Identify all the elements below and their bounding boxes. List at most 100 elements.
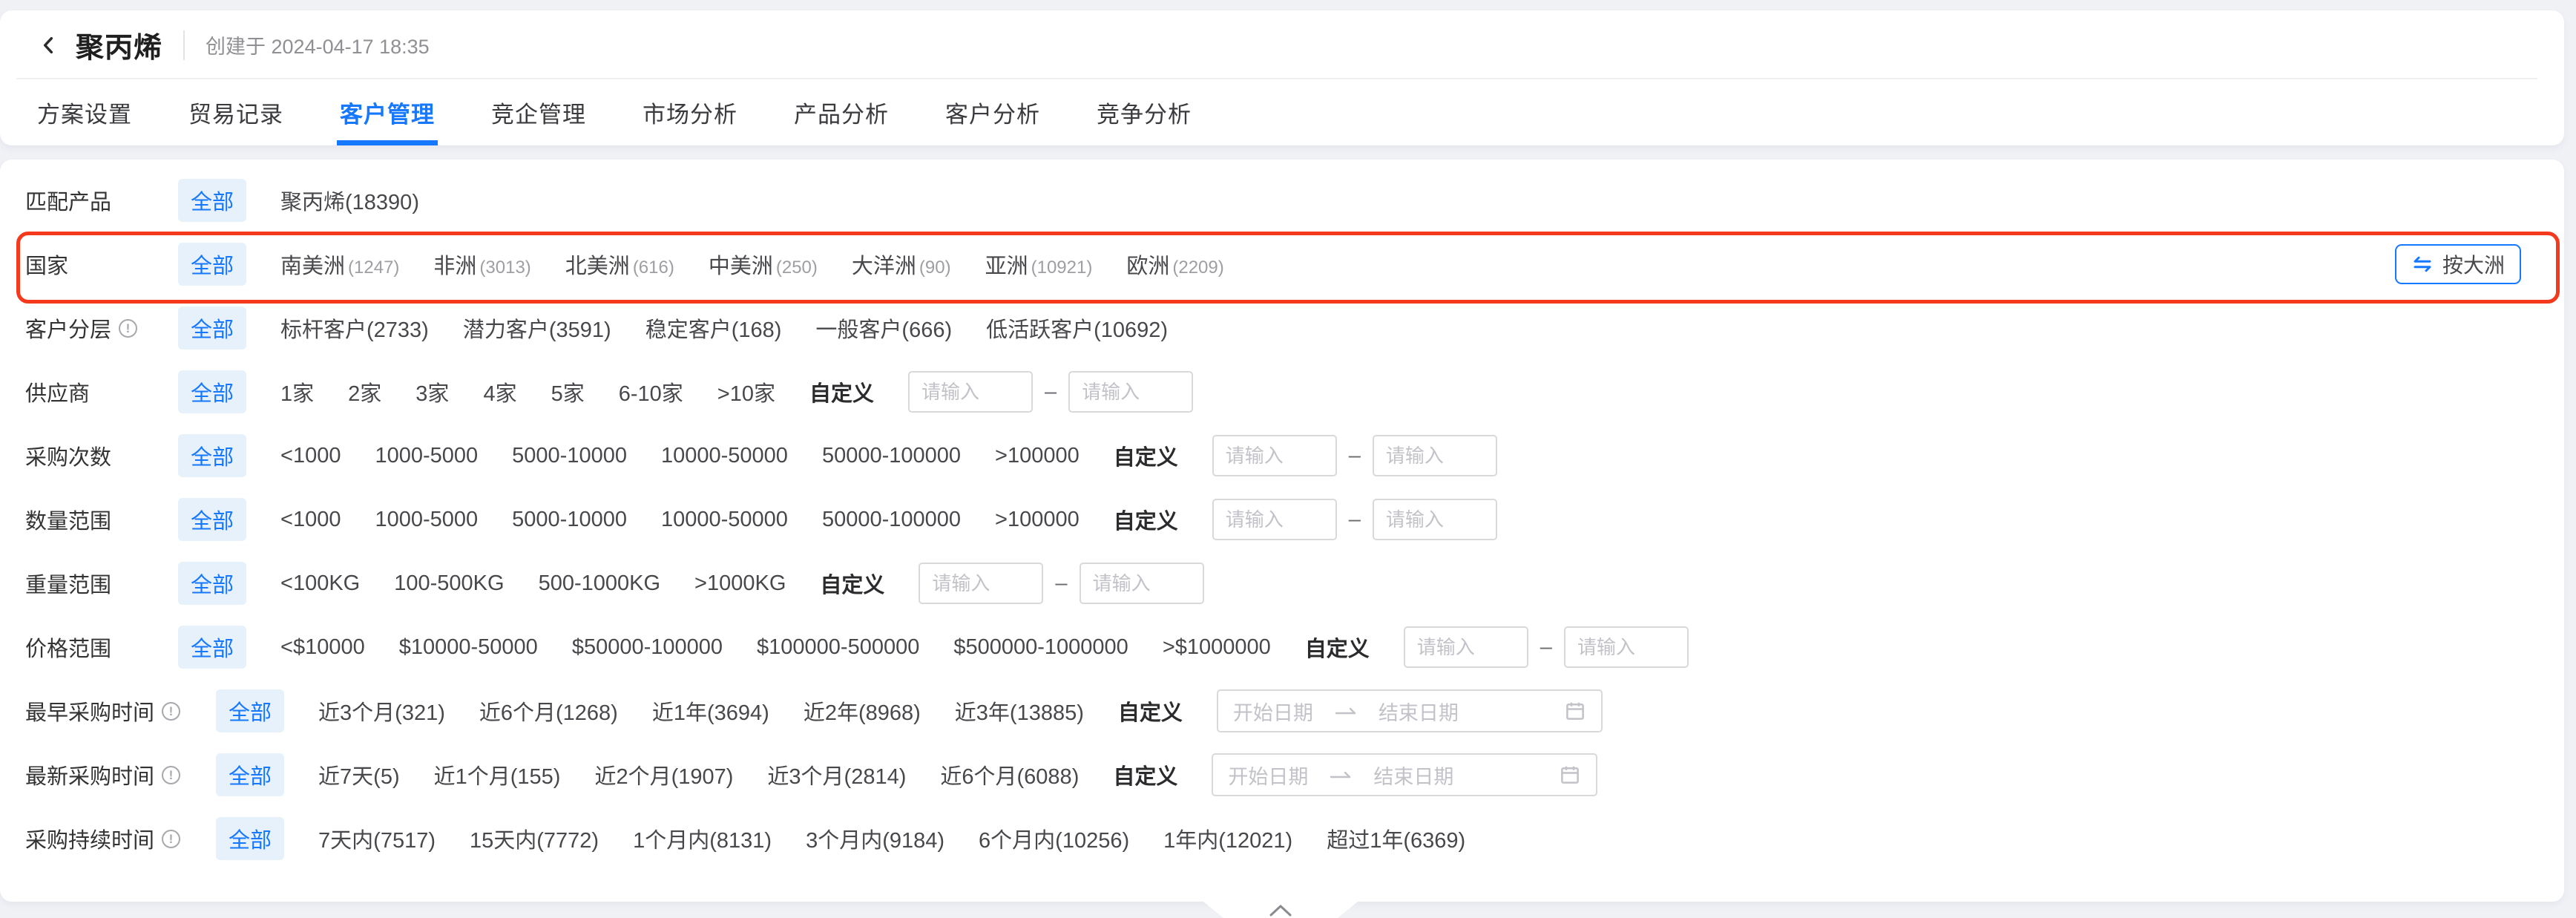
filter-option[interactable]: 近1个月(155) bbox=[434, 759, 561, 790]
date-range-picker[interactable]: 开始日期结束日期 bbox=[1212, 753, 1597, 796]
filter-option[interactable]: 6个月内(10256) bbox=[979, 823, 1129, 854]
tab-竞争分析[interactable]: 竞争分析 bbox=[1097, 79, 1192, 145]
filter-option[interactable]: 近1年(3694) bbox=[652, 695, 769, 727]
option-all-selected[interactable]: 全部 bbox=[178, 179, 246, 222]
info-icon[interactable]: ! bbox=[162, 766, 180, 784]
range-input-min[interactable] bbox=[1212, 499, 1337, 540]
filter-option[interactable]: 15天内(7772) bbox=[470, 823, 599, 854]
group-by-continent-button[interactable]: 按大洲 bbox=[2395, 244, 2521, 284]
filter-option[interactable]: 近6个月(6088) bbox=[940, 759, 1079, 790]
range-input-min[interactable] bbox=[1404, 626, 1528, 668]
filter-option[interactable]: 100-500KG bbox=[394, 571, 504, 596]
filter-option[interactable]: 超过1年(6369) bbox=[1327, 823, 1465, 854]
filter-option[interactable]: >100000 bbox=[995, 444, 1080, 468]
filter-option[interactable]: $50000-100000 bbox=[572, 635, 723, 660]
filter-option[interactable]: 近3个月(2814) bbox=[767, 759, 906, 790]
filter-option[interactable]: 近2个月(1907) bbox=[594, 759, 733, 790]
custom-label[interactable]: 自定义 bbox=[820, 568, 884, 599]
option-all-selected[interactable]: 全部 bbox=[216, 817, 284, 860]
option-all-selected[interactable]: 全部 bbox=[178, 562, 246, 605]
filter-option[interactable]: 4家 bbox=[483, 376, 516, 407]
range-input-min[interactable] bbox=[908, 371, 1033, 413]
tab-产品分析[interactable]: 产品分析 bbox=[794, 79, 889, 145]
filter-option[interactable]: 近2年(8968) bbox=[804, 695, 921, 727]
option-all-selected[interactable]: 全部 bbox=[178, 243, 246, 286]
filter-option[interactable]: <$10000 bbox=[280, 635, 365, 660]
filter-option[interactable]: 500-1000KG bbox=[539, 571, 660, 596]
range-input-max[interactable] bbox=[1373, 435, 1497, 476]
filter-option[interactable]: 1000-5000 bbox=[375, 444, 478, 468]
option-all-selected[interactable]: 全部 bbox=[178, 626, 246, 669]
tab-客户管理[interactable]: 客户管理 bbox=[340, 79, 435, 145]
option-all-selected[interactable]: 全部 bbox=[216, 689, 284, 732]
filter-option[interactable]: 低活跃客户(10692) bbox=[986, 312, 1168, 344]
option-all-selected[interactable]: 全部 bbox=[178, 306, 246, 350]
info-icon[interactable]: ! bbox=[162, 702, 180, 721]
tab-市场分析[interactable]: 市场分析 bbox=[643, 79, 737, 145]
filter-option[interactable]: 潜力客户(3591) bbox=[463, 312, 611, 344]
filter-option[interactable]: 近7天(5) bbox=[318, 759, 400, 790]
custom-label[interactable]: 自定义 bbox=[809, 376, 874, 407]
tab-客户分析[interactable]: 客户分析 bbox=[945, 79, 1040, 145]
custom-label[interactable]: 自定义 bbox=[1113, 759, 1177, 790]
filter-option[interactable]: $100000-500000 bbox=[757, 635, 919, 660]
range-input-min[interactable] bbox=[919, 563, 1043, 604]
range-input-max[interactable] bbox=[1373, 499, 1497, 540]
option-all-selected[interactable]: 全部 bbox=[216, 753, 284, 796]
custom-label[interactable]: 自定义 bbox=[1114, 440, 1178, 471]
filter-option[interactable]: 1年内(12021) bbox=[1163, 823, 1292, 854]
range-input-max[interactable] bbox=[1564, 626, 1689, 668]
filter-option[interactable]: 聚丙烯(18390) bbox=[280, 185, 419, 216]
filter-option[interactable]: 北美洲(616) bbox=[565, 249, 674, 280]
info-icon[interactable]: ! bbox=[162, 830, 180, 848]
option-all-selected[interactable]: 全部 bbox=[178, 370, 246, 413]
filter-option[interactable]: 南美洲(1247) bbox=[280, 249, 399, 280]
filter-option[interactable]: 欧洲(2209) bbox=[1126, 249, 1223, 280]
tab-方案设置[interactable]: 方案设置 bbox=[37, 79, 132, 145]
custom-label[interactable]: 自定义 bbox=[1114, 504, 1178, 535]
tab-贸易记录[interactable]: 贸易记录 bbox=[188, 79, 283, 145]
filter-option[interactable]: 1个月内(8131) bbox=[633, 823, 772, 854]
back-icon[interactable] bbox=[37, 33, 61, 57]
filter-option[interactable]: 5000-10000 bbox=[512, 508, 627, 532]
filter-option[interactable]: $500000-1000000 bbox=[953, 635, 1128, 660]
filter-option[interactable]: 2家 bbox=[348, 376, 381, 407]
tab-竞企管理[interactable]: 竞企管理 bbox=[491, 79, 586, 145]
filter-option[interactable]: 7天内(7517) bbox=[318, 823, 436, 854]
filter-option[interactable]: 6-10家 bbox=[619, 376, 683, 407]
range-input-min[interactable] bbox=[1212, 435, 1337, 476]
filter-option[interactable]: 亚洲(10921) bbox=[985, 249, 1093, 280]
filter-option[interactable]: 1家 bbox=[280, 376, 314, 407]
filter-option[interactable]: >$1000000 bbox=[1163, 635, 1271, 660]
custom-label[interactable]: 自定义 bbox=[1118, 695, 1183, 727]
filter-option[interactable]: 稳定客户(168) bbox=[645, 312, 782, 344]
filter-option[interactable]: 非洲(3013) bbox=[433, 249, 530, 280]
filter-option[interactable]: 近6个月(1268) bbox=[479, 695, 618, 727]
filter-option[interactable]: 近3年(13885) bbox=[955, 695, 1084, 727]
custom-label[interactable]: 自定义 bbox=[1305, 632, 1370, 663]
filter-option[interactable]: 10000-50000 bbox=[661, 508, 788, 532]
filter-option[interactable]: 1000-5000 bbox=[375, 508, 478, 532]
filter-option[interactable]: >1000KG bbox=[694, 571, 786, 596]
filter-option[interactable]: 近3个月(321) bbox=[318, 695, 445, 727]
filter-option[interactable]: <100KG bbox=[280, 571, 360, 596]
filter-option[interactable]: $10000-50000 bbox=[399, 635, 538, 660]
filter-option[interactable]: 50000-100000 bbox=[822, 508, 961, 532]
range-input-max[interactable] bbox=[1080, 563, 1204, 604]
filter-option[interactable]: <1000 bbox=[280, 508, 341, 532]
filter-option[interactable]: 10000-50000 bbox=[661, 444, 788, 468]
collapse-handle[interactable] bbox=[1203, 902, 1358, 918]
filter-option[interactable]: 50000-100000 bbox=[822, 444, 961, 468]
filter-option[interactable]: 5000-10000 bbox=[512, 444, 627, 468]
info-icon[interactable]: ! bbox=[119, 319, 137, 338]
option-all-selected[interactable]: 全部 bbox=[178, 434, 246, 477]
date-range-picker[interactable]: 开始日期结束日期 bbox=[1217, 689, 1603, 732]
filter-option[interactable]: <1000 bbox=[280, 444, 341, 468]
filter-option[interactable]: 标杆客户(2733) bbox=[280, 312, 429, 344]
filter-option[interactable]: >10家 bbox=[717, 376, 775, 407]
filter-option[interactable]: 大洋洲(90) bbox=[852, 249, 951, 280]
option-all-selected[interactable]: 全部 bbox=[178, 498, 246, 541]
filter-option[interactable]: 3个月内(9184) bbox=[806, 823, 944, 854]
filter-option[interactable]: 3家 bbox=[415, 376, 449, 407]
filter-option[interactable]: 中美洲(250) bbox=[709, 249, 818, 280]
